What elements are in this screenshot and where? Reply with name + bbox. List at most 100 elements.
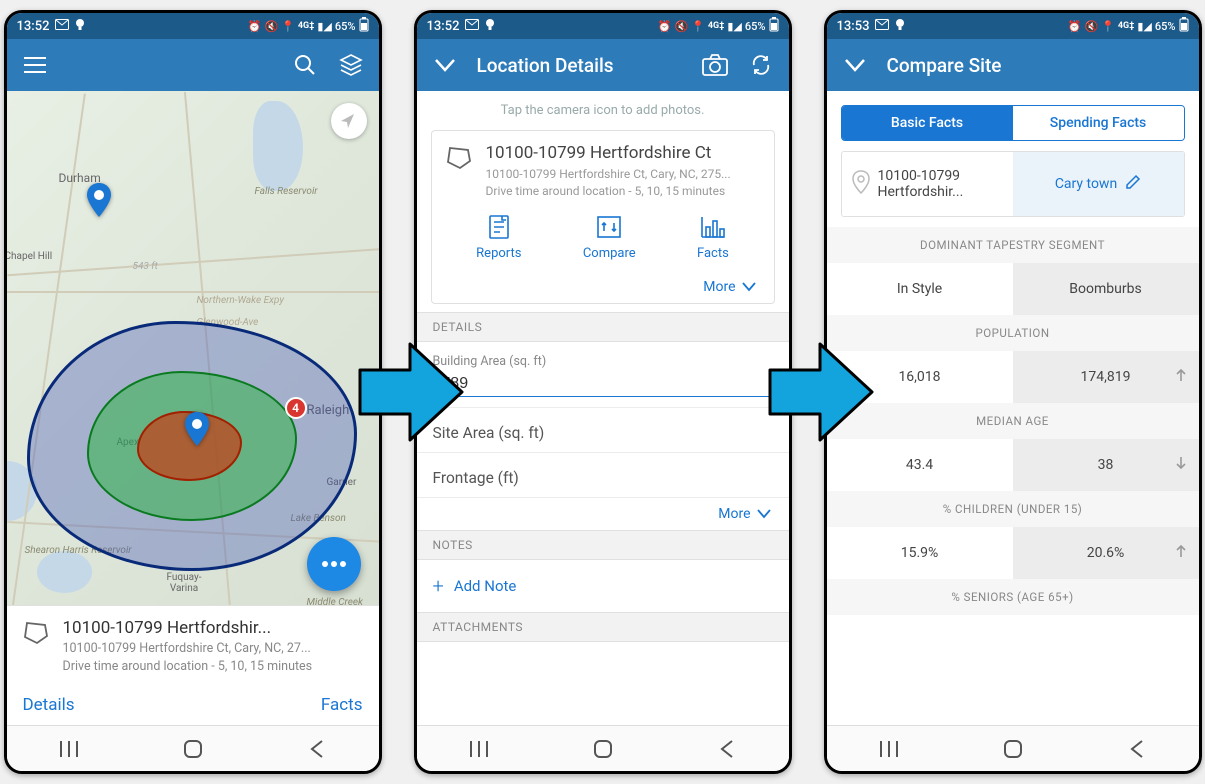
battery-icon	[1179, 17, 1189, 35]
edit-icon	[1125, 174, 1141, 194]
back-button[interactable]	[292, 740, 342, 758]
network-icon: 4G‡	[708, 21, 725, 31]
camera-hint: Tap the camera icon to add photos.	[417, 91, 789, 130]
home-button[interactable]	[988, 739, 1038, 759]
facts-button[interactable]: Facts	[321, 695, 363, 715]
alarm-icon: ⏰	[1068, 20, 1082, 33]
layers-button[interactable]	[337, 54, 365, 76]
collapse-button[interactable]	[841, 58, 869, 72]
status-bar: 13:52 ⏰ 🔇 📍 4G‡ ▮◢ 65%	[417, 13, 789, 39]
add-note-button[interactable]: + Add Note	[417, 560, 789, 612]
battery-icon	[359, 17, 369, 35]
mail-icon	[55, 19, 69, 34]
compare-site-cell: 10100-10799 Hertfordshir...	[842, 152, 1013, 216]
section-details: DETAILS	[417, 312, 789, 342]
compare-value-left: In Style	[827, 263, 1013, 315]
android-nav-bar	[827, 725, 1199, 771]
back-button[interactable]	[702, 740, 752, 758]
page-title: Compare Site	[887, 54, 1185, 77]
clock: 13:52	[17, 19, 50, 34]
phone-screen-1: 13:52 ⏰ 🔇 📍 4G‡ ▮◢ 65%	[4, 10, 382, 774]
building-area-input[interactable]	[433, 375, 773, 397]
status-bar: 13:53 ⏰ 🔇 📍 4G‡ ▮◢ 65%	[827, 13, 1199, 39]
vibrate-icon: 🔇	[264, 20, 278, 33]
compare-header-row: 10100-10799 Hertfordshir... Cary town	[841, 151, 1185, 217]
compare-data-row: 16,018174,819	[827, 351, 1199, 403]
more-fields-expand[interactable]: More	[417, 498, 789, 530]
clock: 13:53	[837, 19, 870, 34]
compare-button[interactable]: Compare	[583, 214, 636, 261]
field-frontage[interactable]: Frontage (ft)	[417, 453, 789, 498]
home-button[interactable]	[578, 739, 628, 759]
tab-basic-facts[interactable]: Basic Facts	[842, 106, 1013, 140]
recents-button[interactable]	[44, 741, 94, 757]
field-site-area[interactable]: Site Area (sq. ft)	[417, 408, 789, 453]
network-icon: 4G‡	[298, 21, 315, 31]
map-pin-secondary[interactable]	[87, 183, 111, 217]
compare-value-right: 20.6%	[1013, 527, 1199, 579]
map-pin-primary[interactable]	[185, 409, 209, 443]
refresh-button[interactable]	[747, 54, 775, 76]
battery-text: 65%	[1155, 20, 1176, 33]
android-nav-bar	[417, 725, 789, 771]
back-button[interactable]	[1112, 740, 1162, 758]
map-label-chapel: Chapel Hill	[7, 251, 53, 262]
cluster-badge[interactable]: 4	[285, 397, 307, 419]
location-drivetime: Drive time around location - 5, 10, 15 m…	[486, 183, 731, 200]
compare-geography-cell[interactable]: Cary town	[1013, 152, 1184, 216]
bulb-icon	[895, 18, 905, 35]
compare-icon	[596, 214, 622, 240]
recents-button[interactable]	[864, 741, 914, 757]
bulb-icon	[485, 18, 495, 35]
compare-section-label: DOMINANT TAPESTRY SEGMENT	[827, 227, 1199, 263]
signal-icon: ▮◢	[727, 20, 742, 33]
battery-icon	[769, 17, 779, 35]
chevron-down-icon	[757, 509, 771, 519]
app-bar: Location Details	[417, 39, 789, 91]
vibrate-icon: 🔇	[1084, 20, 1098, 33]
compare-table: DOMINANT TAPESTRY SEGMENTIn StyleBoombur…	[827, 227, 1199, 615]
network-icon: 4G‡	[1118, 21, 1135, 31]
locate-me-button[interactable]	[331, 103, 367, 139]
segment-tabs: Basic Facts Spending Facts	[841, 105, 1185, 141]
details-button[interactable]: Details	[23, 695, 75, 715]
app-bar	[7, 39, 379, 91]
reports-icon	[488, 214, 510, 240]
phone-screen-2: 13:52 ⏰ 🔇 📍 4G‡ ▮◢ 65% Location Details …	[414, 10, 792, 774]
plus-icon: +	[433, 574, 444, 598]
map-label-fuquay: Fuquay- Varina	[167, 572, 202, 594]
location-header-card: 10100-10799 Hertfordshire Ct 10100-10799…	[431, 130, 775, 304]
compare-value-right: Boomburbs	[1013, 263, 1199, 315]
android-nav-bar	[7, 725, 379, 771]
chevron-down-icon	[742, 282, 756, 292]
search-button[interactable]	[291, 54, 319, 76]
field-building-area[interactable]: Building Area (sq. ft)	[417, 342, 789, 408]
compare-section-label: % SENIORS (AGE 65+)	[827, 579, 1199, 615]
phone-screen-3: 13:53 ⏰ 🔇 📍 4G‡ ▮◢ 65% Compare Site Basi…	[824, 10, 1202, 774]
home-button[interactable]	[168, 739, 218, 759]
alarm-icon: ⏰	[658, 20, 672, 33]
recents-button[interactable]	[454, 741, 504, 757]
location-icon: 📍	[281, 20, 295, 33]
tab-spending-facts[interactable]: Spending Facts	[1013, 106, 1184, 140]
more-expand[interactable]: More	[446, 271, 760, 303]
signal-icon: ▮◢	[1137, 20, 1152, 33]
bulb-icon	[75, 18, 85, 35]
alarm-icon: ⏰	[248, 20, 262, 33]
reports-button[interactable]: Reports	[476, 214, 521, 261]
mail-icon	[465, 19, 479, 34]
map-label-middle: Middle Creek	[307, 597, 363, 605]
menu-button[interactable]	[21, 57, 49, 73]
page-title: Location Details	[477, 54, 683, 77]
more-actions-fab[interactable]	[307, 537, 361, 591]
pin-outline-icon	[852, 170, 870, 198]
facts-button[interactable]: Facts	[697, 214, 729, 261]
camera-button[interactable]	[701, 54, 729, 76]
map-scale: 543 ft	[133, 261, 158, 272]
compare-value-left: 15.9%	[827, 527, 1013, 579]
map-canvas[interactable]: Durham Raleigh Apex Garner Chapel Hill F…	[7, 91, 379, 605]
collapse-button[interactable]	[431, 58, 459, 72]
compare-data-row: 43.438	[827, 439, 1199, 491]
compare-section-label: POPULATION	[827, 315, 1199, 351]
road-label-expy: Northern-Wake Expy	[197, 295, 284, 306]
